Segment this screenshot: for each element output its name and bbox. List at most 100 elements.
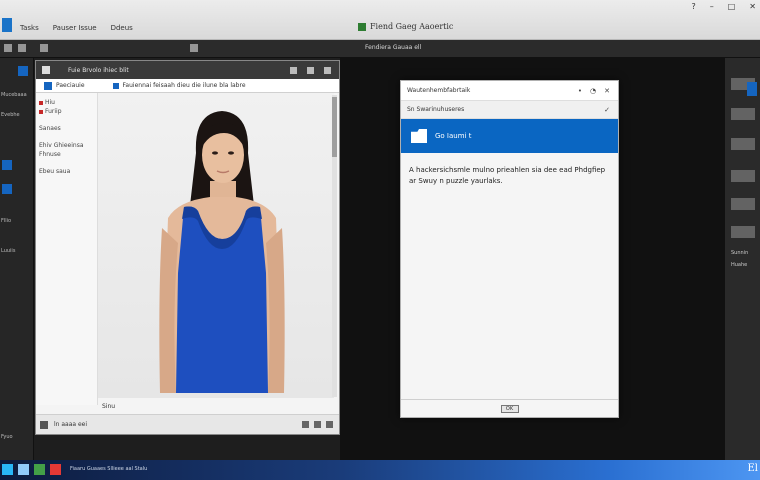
tool-icon-d[interactable] (731, 170, 755, 182)
taskbar: Fiaaru Guaaes Sllieee aal Stalu El (0, 460, 760, 480)
tool-icon-3[interactable] (40, 44, 48, 52)
close-icon[interactable]: ✕ (749, 2, 756, 11)
right-tools-panel: Sunnin Huahe (724, 58, 760, 460)
address-nav[interactable]: Paeciauie (56, 82, 85, 89)
help-icon[interactable]: ? (691, 2, 695, 11)
blue-square-icon (18, 66, 28, 76)
status-controls (302, 421, 339, 428)
nav-item-6[interactable]: Ebeu saua (36, 168, 97, 175)
nav-item-3[interactable]: Sanaes (36, 125, 97, 132)
address-text[interactable]: Fauiennai feisaah dieu die ilune bla lab… (123, 82, 246, 89)
image-viewer-titlebar: Fuie Brvolo ihiec blit (36, 61, 339, 79)
vertical-scrollbar[interactable] (332, 95, 337, 397)
menu-item-2[interactable]: Pauser Issue (53, 24, 97, 32)
dialog-close-icon[interactable]: ✕ (604, 87, 610, 95)
sidebar-item-6[interactable]: Fllio (0, 218, 34, 224)
bullet-icon (39, 109, 43, 114)
tool-icon-2[interactable] (18, 44, 26, 52)
status-icon (40, 420, 48, 429)
image-canvas[interactable] (98, 93, 334, 398)
sidebar-item-7[interactable]: Luuiis (0, 248, 34, 254)
nav-item-4[interactable]: Ehiv Ghieeinsa (36, 142, 97, 149)
dialog-dot-icon[interactable]: • (578, 87, 582, 95)
image-viewer-title: Fuie Brvolo ihiec blit (68, 66, 129, 74)
minimize-icon[interactable]: – (710, 2, 714, 11)
panel-label-2: Huahe (731, 262, 748, 268)
tool-icon-blue[interactable] (747, 82, 757, 96)
status-text: ln aaaa eei (54, 421, 88, 428)
nav-item-label: Furiip (45, 108, 62, 115)
portrait-photo (159, 111, 285, 393)
taskbar-text: Fiaaru Guaaes Sllieee aal Stalu (70, 466, 148, 472)
menu-item-3[interactable]: Ddeus (111, 24, 133, 32)
nav-item-label: Sanaes (39, 125, 61, 132)
taskbar-app-1-icon[interactable] (2, 464, 13, 475)
folder-icon (112, 82, 119, 89)
dialog-info-icon[interactable]: ◔ (590, 87, 596, 95)
taskbar-corner-glyph[interactable]: El (748, 463, 759, 474)
grid-icon[interactable] (307, 66, 314, 74)
ok-button[interactable]: OK (500, 404, 519, 413)
window-icon (42, 66, 50, 74)
bullet-icon (39, 100, 43, 105)
tool-icon-1[interactable] (4, 44, 12, 52)
folder-icon (411, 129, 427, 143)
maximize-icon[interactable]: □ (728, 2, 736, 11)
navigation-pane: Hiu Furiip Sanaes Ehiv Ghieeinsa Fhnuse … (36, 93, 98, 405)
image-caption: Sinu (98, 399, 338, 413)
taskbar-app-4-icon[interactable] (50, 464, 61, 475)
fit-icon[interactable] (326, 421, 333, 428)
secondary-toolbar: Fendiera Gauaa ell (0, 40, 760, 58)
zoom-out-icon[interactable] (302, 421, 309, 428)
dialog-window: Wautenhembfabrtaik • ◔ ✕ Sn Swarinuhuser… (400, 80, 619, 418)
sidebar-item-label: Evebhe (1, 112, 20, 118)
dialog-title: Wautenhembfabrtaik (407, 87, 471, 94)
sidebar-item-2[interactable]: Mucebaaa (0, 92, 34, 98)
checkmark-icon[interactable]: ✓ (604, 106, 618, 114)
window-title-text: Fiend Gaeg Aaoertic (370, 22, 454, 31)
sidebar-item-1[interactable] (0, 66, 34, 76)
layers-icon (2, 184, 12, 194)
dialog-header: Wautenhembfabrtaik • ◔ ✕ (401, 81, 618, 101)
app-icon (358, 22, 366, 31)
sidebar-item-4[interactable] (0, 160, 34, 170)
nav-item-label: Ehiv Ghieeinsa (39, 142, 84, 149)
selected-option[interactable]: Go Iaumi t (401, 119, 618, 153)
window-controls: ? – □ ✕ (691, 2, 756, 11)
nav-item-2[interactable]: Furiip (36, 108, 97, 115)
settings-icon[interactable] (324, 66, 331, 74)
nav-item-5[interactable]: Fhnuse (36, 151, 97, 158)
app-logo-icon[interactable] (2, 18, 12, 32)
dialog-subheader: Sn Swarinuhuseres ✓ (401, 101, 618, 119)
dialog-body: A hackersichsmle mulno prieahlen sia dee… (401, 153, 618, 199)
sidebar-item-8[interactable]: Fyuo (0, 434, 34, 440)
tab-icon[interactable] (290, 66, 297, 74)
tool-icon-4[interactable] (190, 44, 198, 52)
taskbar-app-2-icon[interactable] (18, 464, 29, 475)
sidebar-item-3[interactable]: Evebhe (0, 112, 34, 118)
toolbar-label: Fendiera Gauaa ell (365, 44, 422, 51)
address-bar: Paeciauie Fauiennai feisaah dieu die ilu… (36, 79, 339, 93)
scrollbar-thumb[interactable] (332, 97, 337, 157)
sidebar-item-label: Mucebaaa (1, 92, 27, 98)
zoom-in-icon[interactable] (314, 421, 321, 428)
caption-text: Sinu (102, 402, 116, 410)
status-bar: ln aaaa eei (36, 414, 339, 434)
left-sidebar: Mucebaaa Evebhe Fllio Luuiis Fyuo (0, 58, 34, 460)
sidebar-item-label: Luuiis (1, 248, 16, 254)
tool-icon-b[interactable] (731, 108, 755, 120)
nav-item-1[interactable]: Hiu (36, 99, 97, 106)
dialog-footer: OK (401, 399, 618, 417)
menu-item-1[interactable]: Tasks (20, 24, 39, 32)
taskbar-app-3-icon[interactable] (34, 464, 45, 475)
tool-icon-f[interactable] (731, 226, 755, 238)
nav-item-label: Ebeu saua (39, 168, 71, 175)
home-icon[interactable] (44, 81, 52, 90)
tool-icon-e[interactable] (731, 198, 755, 210)
panel-label-1: Sunnin (731, 250, 749, 256)
image-viewer-window: Fuie Brvolo ihiec blit Paeciauie Fauienn… (35, 60, 340, 435)
title-bar: Tasks Pauser Issue Ddeus Fiend Gaeg Aaoe… (0, 0, 760, 40)
tool-icon-c[interactable] (731, 138, 755, 150)
sidebar-item-5[interactable] (0, 184, 34, 194)
nav-item-label: Fhnuse (39, 151, 61, 158)
